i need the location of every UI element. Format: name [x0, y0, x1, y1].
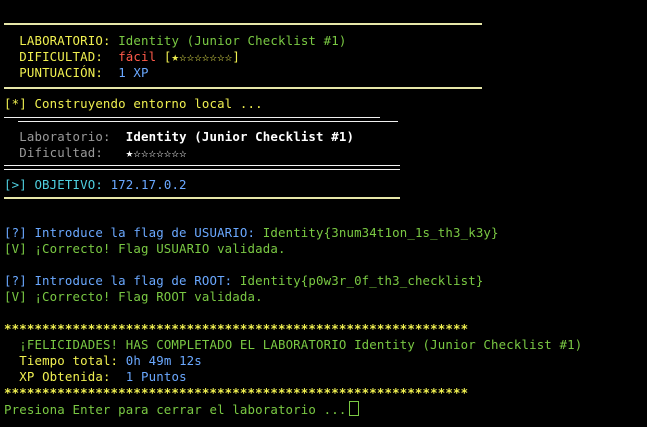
finish-stars-top: ****************************************… [4, 321, 469, 336]
finish-xp-line: XP Obtenida: 1 Puntos [4, 369, 187, 385]
user-flag-result: [V] ¡Correcto! Flag USUARIO validada. [4, 241, 286, 256]
box-lab-value: Identity (Junior Checklist #1) [125, 129, 355, 144]
root-flag-result: [V] ¡Correcto! Flag ROOT validada. [4, 289, 263, 304]
text-cursor[interactable] [349, 401, 360, 416]
box-top-rule-left [4, 117, 380, 118]
header-lab-line: LABORATORIO: Identity (Junior Checklist … [4, 33, 346, 49]
header-difficulty-value: fácil [118, 49, 157, 64]
header-difficulty-stars: [★☆☆☆☆☆☆☆] [163, 49, 240, 64]
objective-rule [4, 197, 400, 199]
finish-congrats: ¡FELICIDADES! HAS COMPLETADO EL LABORATO… [19, 337, 583, 352]
box-bottom-rule-left [4, 165, 400, 166]
exit-prompt: Presiona Enter para cerrar el laboratori… [4, 402, 347, 417]
header-lab-label: LABORATORIO: [19, 33, 111, 48]
box-lab-label: Laboratorio: [19, 129, 111, 144]
box-bottom-rule-right [4, 169, 400, 170]
finish-time-label: Tiempo total: [19, 353, 119, 368]
header-score-value: 1 XP [118, 65, 149, 80]
finish-xp-label: XP Obtenida: [19, 369, 111, 384]
box-difficulty-label: Dificultad: [19, 145, 103, 160]
header-lab-value: Identity (Junior Checklist #1) [118, 33, 347, 48]
user-flag-prompt: [?] Introduce la flag de USUARIO: [4, 225, 256, 240]
build-message: [*] Construyendo entorno local ... [4, 96, 263, 111]
user-flag-value: Identity{3num34t1on_1s_th3_k3y} [262, 225, 499, 240]
objective-label: [>] OBJETIVO: [4, 177, 103, 192]
exit-prompt-line[interactable]: Presiona Enter para cerrar el laboratori… [4, 401, 360, 417]
finish-time-value: 0h 49m 12s [125, 353, 202, 368]
finish-stars-bottom: ****************************************… [4, 385, 469, 400]
header-bottom-rule [4, 87, 482, 89]
header-difficulty-line: DIFICULTAD: fácil [★☆☆☆☆☆☆☆] [4, 49, 240, 65]
box-difficulty-line: Dificultad: ★☆☆☆☆☆☆☆ [4, 145, 187, 161]
finish-congrats-line: ¡FELICIDADES! HAS COMPLETADO EL LABORATO… [4, 337, 582, 353]
box-difficulty-stars: ★☆☆☆☆☆☆☆ [125, 145, 187, 160]
header-score-label: PUNTUACIÓN: [19, 65, 103, 80]
objective-line: [>] OBJETIVO: 172.17.0.2 [4, 177, 187, 193]
root-flag-value: Identity{p0w3r_0f_th3_checklist} [239, 273, 484, 288]
finish-time-line: Tiempo total: 0h 49m 12s [4, 353, 202, 369]
root-flag-prompt: [?] Introduce la flag de ROOT: [4, 273, 233, 288]
header-difficulty-label: DIFICULTAD: [19, 49, 103, 64]
header-score-line: PUNTUACIÓN: 1 XP [4, 65, 149, 81]
finish-xp-value: 1 Puntos [125, 369, 187, 384]
box-top-rule-right [18, 121, 398, 122]
header-top-rule [4, 23, 482, 25]
root-flag-prompt-line: [?] Introduce la flag de ROOT: Identity{… [4, 273, 483, 289]
user-flag-prompt-line: [?] Introduce la flag de USUARIO: Identi… [4, 225, 499, 241]
objective-ip: 172.17.0.2 [110, 177, 187, 192]
box-lab-line: Laboratorio: Identity (Junior Checklist … [4, 129, 354, 145]
